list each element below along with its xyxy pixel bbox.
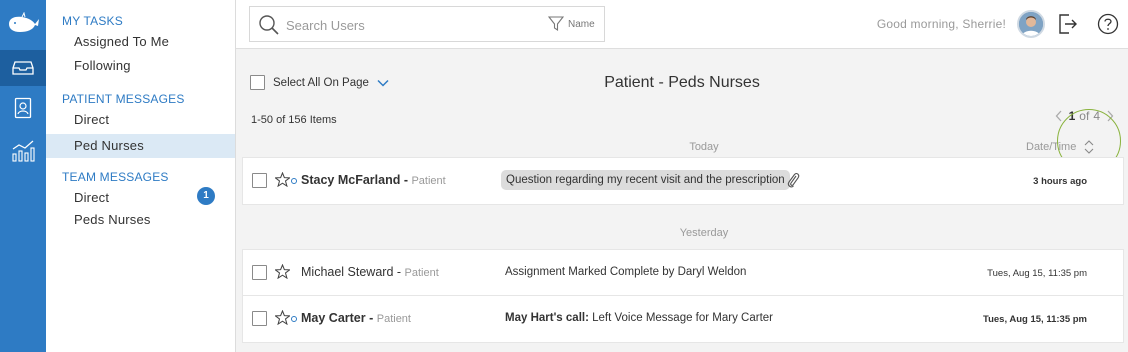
table-row[interactable]: May Carter - Patient May Hart's call: Le…: [242, 295, 1124, 343]
sender-role: Patient: [411, 175, 446, 187]
message-time: Tues, Aug 15, 11:35 pm: [982, 314, 1087, 325]
message-subject[interactable]: Assignment Marked Complete by Daryl Weld…: [505, 266, 746, 278]
page-title: Patient - Peds Nurses: [604, 74, 760, 91]
message-subject[interactable]: Question regarding my recent visit and t…: [501, 170, 790, 190]
unread-dot: [291, 178, 297, 184]
message-list-area: Select All On Page Patient - Peds Nurses…: [236, 49, 1128, 352]
star-icon[interactable]: [275, 310, 290, 325]
star-icon[interactable]: [275, 172, 290, 187]
chevron-left-icon[interactable]: [1055, 110, 1063, 122]
search-icon: [259, 15, 279, 35]
items-count: 1-50 of 156 Items: [251, 114, 337, 126]
message-text: Left Voice Message for Mary Carter: [592, 312, 774, 324]
help-icon[interactable]: [1097, 12, 1119, 36]
message-time: Tues, Aug 15, 11:35 pm: [987, 268, 1087, 279]
sender-name[interactable]: Stacy McFarland - Patient: [301, 173, 446, 187]
filter-icon[interactable]: [548, 16, 564, 32]
unread-count-badge: 1: [197, 187, 215, 205]
search-input[interactable]: [286, 14, 536, 36]
inbox-nav-button[interactable]: [0, 50, 46, 86]
nav-item-peds-nurses[interactable]: Peds Nurses: [46, 208, 235, 232]
sender-role: Patient: [376, 313, 411, 325]
top-header: Name Good morning, Sherrie!: [236, 0, 1128, 49]
nav-item-assigned-to-me[interactable]: Assigned To Me: [46, 30, 235, 54]
app: MY TASKS Assigned To Me Following PATIEN…: [0, 0, 1128, 352]
paperclip-icon: [787, 173, 800, 188]
nav-item-following[interactable]: Following: [46, 54, 235, 78]
group-label-yesterday: Yesterday: [679, 227, 729, 239]
sender-role: Patient: [404, 267, 439, 279]
sender-name[interactable]: May Carter - Patient: [301, 311, 411, 325]
nav-item-ped-nurses[interactable]: Ped Nurses: [46, 134, 235, 158]
analytics-nav-button[interactable]: [0, 133, 46, 169]
logout-icon[interactable]: [1058, 12, 1078, 36]
group-label-today: Today: [689, 141, 719, 153]
contact-card-icon: [14, 97, 32, 119]
section-header-team-messages: TEAM MESSAGES: [62, 170, 169, 184]
table-row[interactable]: Michael Steward - Patient Assignment Mar…: [242, 249, 1124, 297]
message-time: 3 hours ago: [1033, 176, 1087, 187]
greeting-text: Good morning, Sherrie!: [876, 17, 1006, 31]
message-nav-panel: MY TASKS Assigned To Me Following PATIEN…: [46, 0, 236, 352]
icon-rail: [0, 0, 46, 352]
message-subject[interactable]: May Hart's call: Left Voice Message for …: [505, 312, 773, 324]
row-checkbox[interactable]: [252, 311, 267, 326]
filter-label[interactable]: Name: [568, 19, 595, 30]
row-checkbox[interactable]: [252, 265, 267, 280]
star-icon[interactable]: [275, 264, 290, 279]
row-checkbox[interactable]: [252, 173, 267, 188]
unread-dot: [291, 316, 297, 322]
section-header-patient-messages: PATIENT MESSAGES: [62, 92, 185, 106]
table-row[interactable]: Stacy McFarland - Patient Question regar…: [242, 157, 1124, 205]
sender-name[interactable]: Michael Steward - Patient: [301, 265, 439, 279]
search-box: Name: [249, 6, 605, 42]
avatar[interactable]: [1017, 10, 1045, 38]
contacts-nav-button[interactable]: [0, 90, 46, 126]
section-header-my-tasks: MY TASKS: [62, 14, 123, 28]
analytics-icon: [12, 140, 35, 162]
whale-logo-icon[interactable]: [0, 0, 46, 48]
call-prefix: May Hart's call:: [505, 312, 589, 324]
nav-item-patient-direct[interactable]: Direct: [46, 108, 235, 132]
inbox-icon: [12, 61, 34, 75]
